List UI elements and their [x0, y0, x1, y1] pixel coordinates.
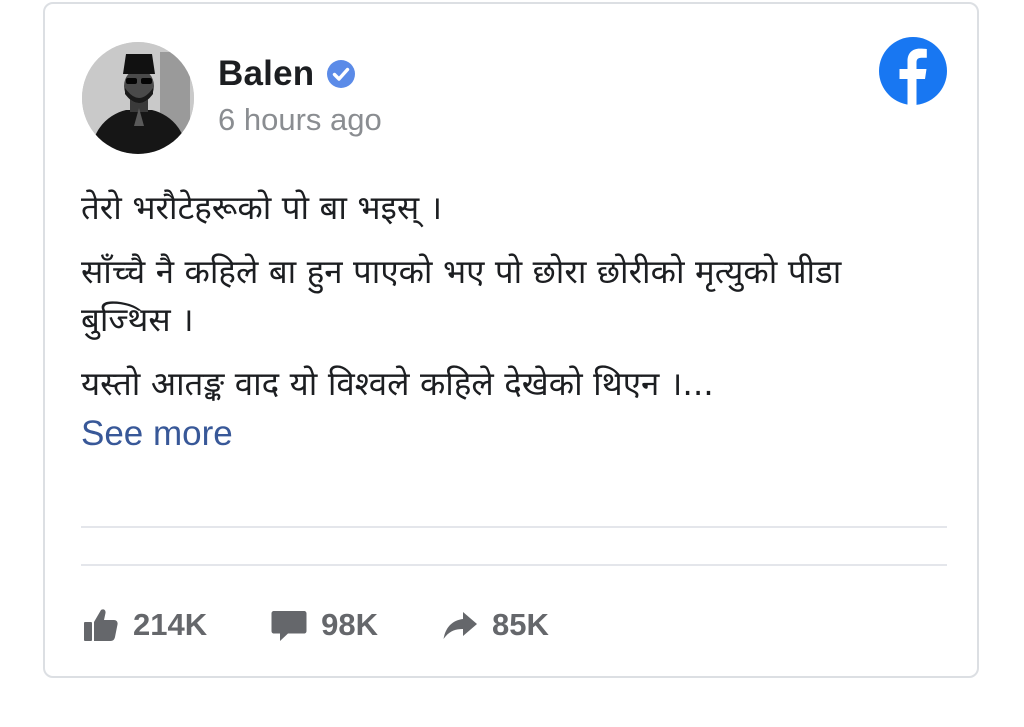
- post-paragraph: साँच्चै नै कहिले बा हुन पाएको भए पो छोरा…: [81, 252, 842, 339]
- comment-bubble-icon: [271, 611, 307, 641]
- thumbs-up-icon: [84, 609, 118, 641]
- avatar-photo: [82, 42, 194, 154]
- divider: [81, 564, 947, 566]
- share-button[interactable]: 85K: [440, 605, 549, 645]
- engagement-stats: 214K 98K 85K: [81, 602, 611, 648]
- post-paragraph: यस्तो आतङ्क वाद यो विश्वले कहिले देखेको …: [81, 364, 714, 403]
- share-count: 85K: [491, 607, 549, 642]
- share-arrow-icon: [443, 612, 477, 639]
- comment-count: 98K: [321, 607, 378, 642]
- author-avatar[interactable]: [82, 42, 194, 154]
- author-row: Balen: [218, 48, 356, 100]
- like-button[interactable]: 214K: [81, 605, 207, 645]
- post-paragraph: तेरो भरौटेहरूको पो बा भइस् ।: [81, 188, 443, 227]
- divider: [81, 526, 947, 528]
- post-body: तेरो भरौटेहरूको पो बा भइस् । साँच्चै नै …: [81, 184, 941, 458]
- verified-badge-icon: [327, 60, 356, 88]
- like-count: 214K: [133, 607, 208, 642]
- post-card: Balen 6 hours ago तेरो भरौटेहरूको पो बा …: [43, 2, 979, 678]
- post-timestamp[interactable]: 6 hours ago: [218, 102, 382, 138]
- see-more-link[interactable]: See more: [81, 410, 941, 458]
- author-name[interactable]: Balen: [218, 54, 314, 94]
- facebook-logo-icon[interactable]: [878, 36, 948, 106]
- comment-button[interactable]: 98K: [269, 605, 378, 645]
